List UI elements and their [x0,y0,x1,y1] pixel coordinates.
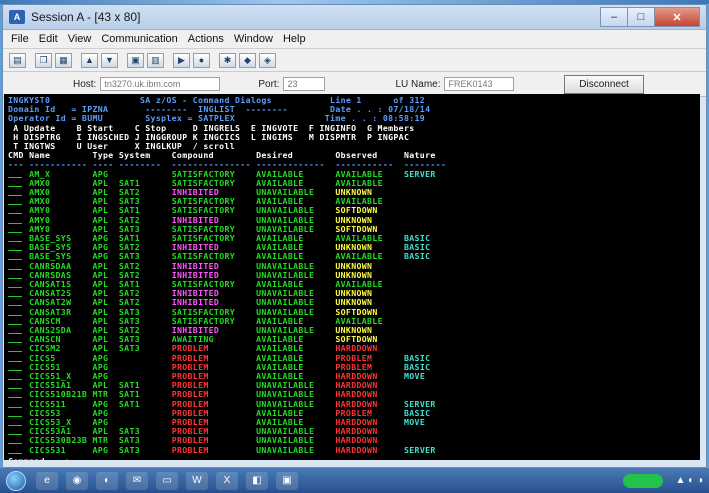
menu-actions[interactable]: Actions [188,33,224,45]
lu-name-field[interactable]: FREK0143 [444,77,515,91]
port-field[interactable]: 23 [283,77,326,91]
terminal-screen[interactable]: INGKYST0 SA z/OS - Command Dialogs Line … [4,94,700,460]
copy-icon[interactable]: ❐ [35,52,52,68]
paste-icon[interactable]: ▦ [55,52,72,68]
word-icon[interactable]: W [186,471,208,490]
row-system: SAT3 [118,444,172,455]
row-observed: HARDDOWN [335,444,404,455]
receive-icon[interactable]: ▼ [101,52,118,68]
color-icon[interactable]: ◆ [239,52,256,68]
notes-icon[interactable]: ◧ [246,471,268,490]
toolbar: ▤ ❐ ▦ ▲ ▼ ▣ ▥ ▶ ● ✱ ◆ ◈ [3,49,706,72]
menu-file[interactable]: File [11,33,29,45]
record-icon[interactable]: ● [193,52,210,68]
play-icon[interactable]: ▶ [173,52,190,68]
row-nature: MOVE [404,417,426,427]
table-row[interactable]: CICS531 APG SAT3 PROBLEM UNAVAILABLE HAR… [8,444,436,455]
display-icon[interactable]: ▣ [127,52,144,68]
row-desired: UNAVAILABLE [256,444,336,455]
windows-taskbar: e ◉ ◐ ✉ ▭ W X ◧ ▣ ▲ ◐ ◑ [0,468,709,493]
row-type: APG [92,444,119,455]
tray-icons: ▲ ◐ ◑ [675,475,703,486]
ie-icon[interactable]: e [36,471,58,490]
macro-icon[interactable]: ▥ [147,52,164,68]
cmd-spacer [8,445,29,455]
menu-window[interactable]: Window [234,33,273,45]
host-label: Host: [73,78,97,90]
status-indicator [623,473,664,488]
chrome-icon[interactable]: ◉ [66,471,88,490]
row-nature: SERVER [404,168,436,179]
menu-bar: File Edit View Communication Actions Win… [3,30,706,49]
firefox-icon[interactable]: ◐ [96,471,118,490]
send-icon[interactable]: ▲ [81,52,98,68]
excel-icon[interactable]: X [216,471,238,490]
close-icon[interactable]: ✕ [654,7,700,27]
host-field[interactable]: tn3270.uk.ibm.com [100,77,221,91]
window-title: Session A - [43 x 80] [31,10,141,24]
window-titlebar[interactable]: A Session A - [43 x 80] – □ ✕ [3,5,706,30]
menu-view[interactable]: View [68,33,92,45]
disconnect-button[interactable]: Disconnect [564,74,644,94]
minimize-icon[interactable]: – [600,7,627,27]
start-orb-icon[interactable] [6,470,26,491]
port-label: Port: [258,78,280,90]
pcomm-app-icon: A [9,10,25,24]
menu-communication[interactable]: Communication [101,33,177,45]
maximize-icon[interactable]: □ [627,7,654,27]
outlook-icon[interactable]: ✉ [126,471,148,490]
row-compound: PROBLEM [171,444,257,455]
lu-name-label: LU Name: [395,78,441,90]
print-icon[interactable]: ▤ [9,52,26,68]
map-icon[interactable]: ◈ [259,52,276,68]
explorer-icon[interactable]: ▭ [156,471,178,490]
row-name: CICS531 [29,444,93,455]
row-nature: BASIC [404,251,431,262]
row-nature: SERVER [404,444,436,455]
command-prompt: Command ===> [8,456,71,460]
menu-edit[interactable]: Edit [39,33,58,45]
settings-icon[interactable]: ✱ [219,52,236,68]
terminal-icon[interactable]: ▣ [276,471,298,490]
row-nature: MOVE [404,371,426,381]
window-controls: – □ ✕ [600,7,700,27]
menu-help[interactable]: Help [283,33,306,45]
